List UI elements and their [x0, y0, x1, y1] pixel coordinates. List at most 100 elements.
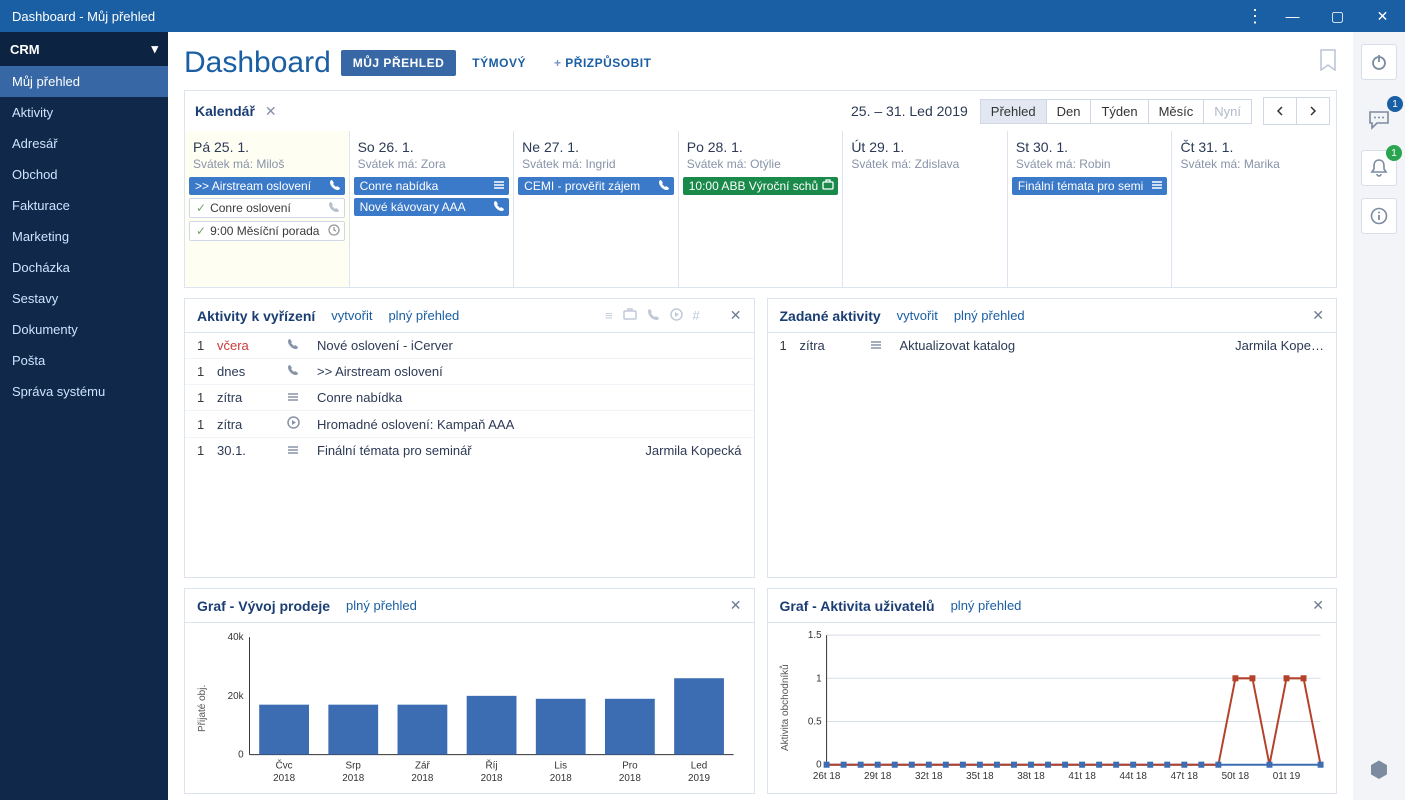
activity-row[interactable]: 1zítraConre nabídka — [185, 385, 754, 411]
info-icon[interactable] — [1361, 198, 1397, 234]
calendar-view-button[interactable]: Měsíc — [1148, 99, 1205, 124]
activity-time: zítra — [217, 417, 287, 432]
bell-icon[interactable]: 1 — [1361, 150, 1397, 186]
activity-desc: Finální témata pro seminář — [317, 443, 645, 458]
sidebar-item[interactable]: Marketing — [0, 221, 168, 252]
sidebar: CRM ▾ Můj přehledAktivityAdresářObchodFa… — [0, 32, 168, 800]
calendar-day-label: Pá 25. 1. — [185, 131, 349, 157]
dashboard-tab[interactable]: TÝMOVÝ — [460, 50, 538, 76]
calendar-event[interactable]: Conre oslovení — [189, 198, 345, 218]
svg-text:1.5: 1.5 — [807, 630, 821, 641]
calendar-event[interactable]: Nové kávovary AAA — [354, 198, 510, 216]
sidebar-header[interactable]: CRM ▾ — [0, 32, 168, 66]
chart-sales-full-link[interactable]: plný přehled — [346, 598, 417, 613]
calendar-close-icon[interactable]: ✕ — [265, 103, 277, 120]
svg-text:26t 18: 26t 18 — [812, 771, 840, 782]
chart-users-full-link[interactable]: plný přehled — [951, 598, 1022, 613]
svg-text:Led: Led — [691, 761, 707, 772]
calendar-day-column: So 26. 1.Svátek má: ZoraConre nabídkaNov… — [349, 131, 514, 287]
sidebar-item[interactable]: Správa systému — [0, 376, 168, 407]
activities-todo-close-icon[interactable]: ✕ — [730, 307, 742, 324]
activity-desc: Nové oslovení - iCerver — [317, 338, 742, 353]
list-icon — [870, 338, 900, 353]
calendar-view-button: Nyní — [1203, 99, 1252, 124]
filter-briefcase-icon[interactable] — [623, 308, 637, 323]
maximize-icon[interactable]: ▢ — [1315, 0, 1360, 32]
activity-desc: >> Airstream oslovení — [317, 364, 742, 379]
calendar-svatek: Svátek má: Zdislava — [843, 157, 1007, 177]
dashboard-tab[interactable]: MŮJ PŘEHLED — [341, 50, 457, 76]
calendar-event[interactable]: Finální témata pro semi — [1012, 177, 1168, 195]
calendar-view-button[interactable]: Týden — [1090, 99, 1148, 124]
filter-play-icon[interactable] — [670, 308, 683, 324]
close-icon[interactable]: ✕ — [1360, 0, 1405, 32]
calendar-day-label: Ne 27. 1. — [514, 131, 678, 157]
filter-hash-icon[interactable]: # — [693, 308, 700, 323]
activity-desc: Hromadné oslovení: Kampaň AAA — [317, 417, 742, 432]
activity-idx: 1 — [197, 443, 217, 458]
calendar-event[interactable]: 9:00 Měsíční porada — [189, 221, 345, 241]
activities-assigned-full-link[interactable]: plný přehled — [954, 308, 1025, 323]
activities-todo-full-link[interactable]: plný přehled — [388, 308, 459, 323]
sidebar-item[interactable]: Fakturace — [0, 190, 168, 221]
filter-list-icon[interactable]: ≡ — [605, 308, 613, 323]
activities-todo-panel: Aktivity k vyřízení vytvořit plný přehle… — [184, 298, 755, 578]
activities-todo-create-link[interactable]: vytvořit — [331, 308, 372, 323]
calendar-svatek: Svátek má: Robin — [1008, 157, 1172, 177]
chart-sales-close-icon[interactable]: ✕ — [730, 597, 742, 614]
activity-idx: 1 — [197, 417, 217, 432]
chart-sales-plot: 020k40kČvc2018Srp2018Zář2018Říj2018Lis20… — [210, 627, 744, 789]
activities-assigned-close-icon[interactable]: ✕ — [1312, 307, 1324, 324]
activity-time: včera — [217, 338, 287, 353]
list-icon — [287, 443, 317, 458]
calendar-day-column: Pá 25. 1.Svátek má: Miloš>> Airstream os… — [185, 131, 349, 287]
calendar-svatek: Svátek má: Marika — [1172, 157, 1336, 177]
svg-text:Pro: Pro — [622, 761, 638, 772]
svg-text:2018: 2018 — [342, 773, 364, 784]
calendar-event[interactable]: >> Airstream oslovení — [189, 177, 345, 195]
kebab-menu-icon[interactable]: ⋮ — [1240, 0, 1270, 32]
power-icon[interactable] — [1361, 44, 1397, 80]
minimize-icon[interactable]: — — [1270, 0, 1315, 32]
activities-assigned-create-link[interactable]: vytvořit — [897, 308, 938, 323]
calendar-prev-icon[interactable] — [1263, 97, 1297, 125]
activity-idx: 1 — [197, 364, 217, 379]
sidebar-item[interactable]: Sestavy — [0, 283, 168, 314]
svg-text:2018: 2018 — [411, 773, 433, 784]
chat-icon[interactable]: 1 — [1361, 102, 1397, 138]
calendar-event[interactable]: Conre nabídka — [354, 177, 510, 195]
activity-row[interactable]: 1zítra Hromadné oslovení: Kampaň AAA — [185, 411, 754, 438]
hex-icon[interactable]: ⬢ — [1361, 752, 1397, 788]
activity-row[interactable]: 1zítraAktualizovat katalogJarmila Kope… — [768, 333, 1337, 358]
sidebar-item[interactable]: Aktivity — [0, 97, 168, 128]
svg-text:40k: 40k — [228, 632, 245, 643]
activity-row[interactable]: 1včeraNové oslovení - iCerver — [185, 333, 754, 359]
calendar-event[interactable]: CEMI - prověřit zájem — [518, 177, 674, 195]
svg-text:2018: 2018 — [550, 773, 572, 784]
calendar-day-column: Čt 31. 1.Svátek má: Marika — [1171, 131, 1336, 287]
activity-row[interactable]: 1dnes>> Airstream oslovení — [185, 359, 754, 385]
sidebar-item[interactable]: Adresář — [0, 128, 168, 159]
sidebar-item[interactable]: Docházka — [0, 252, 168, 283]
activity-row[interactable]: 130.1.Finální témata pro seminářJarmila … — [185, 438, 754, 463]
sidebar-item[interactable]: Pošta — [0, 345, 168, 376]
list-icon — [493, 179, 505, 193]
svg-text:2018: 2018 — [481, 773, 503, 784]
chevron-down-icon: ▾ — [151, 41, 158, 57]
calendar-svatek: Svátek má: Miloš — [185, 157, 349, 177]
sidebar-item[interactable]: Dokumenty — [0, 314, 168, 345]
sidebar-item[interactable]: Můj přehled — [0, 66, 168, 97]
calendar-next-icon[interactable] — [1296, 97, 1330, 125]
sidebar-item[interactable]: Obchod — [0, 159, 168, 190]
chart-users-close-icon[interactable]: ✕ — [1312, 597, 1324, 614]
bookmark-icon[interactable] — [1319, 49, 1337, 77]
svg-text:Čvc: Čvc — [276, 759, 293, 772]
calendar-event[interactable]: 10:00 ABB Výroční schů — [683, 177, 839, 195]
svg-text:Srp: Srp — [346, 761, 362, 772]
chart-users-panel: Graf - Aktivita uživatelů plný přehled ✕… — [767, 588, 1338, 794]
dashboard-tab[interactable]: PŘIZPŮSOBIT — [542, 50, 664, 76]
calendar-view-button[interactable]: Den — [1046, 99, 1092, 124]
list-icon — [1151, 179, 1163, 193]
calendar-view-button[interactable]: Přehled — [980, 99, 1047, 124]
filter-phone-icon[interactable] — [647, 308, 660, 324]
